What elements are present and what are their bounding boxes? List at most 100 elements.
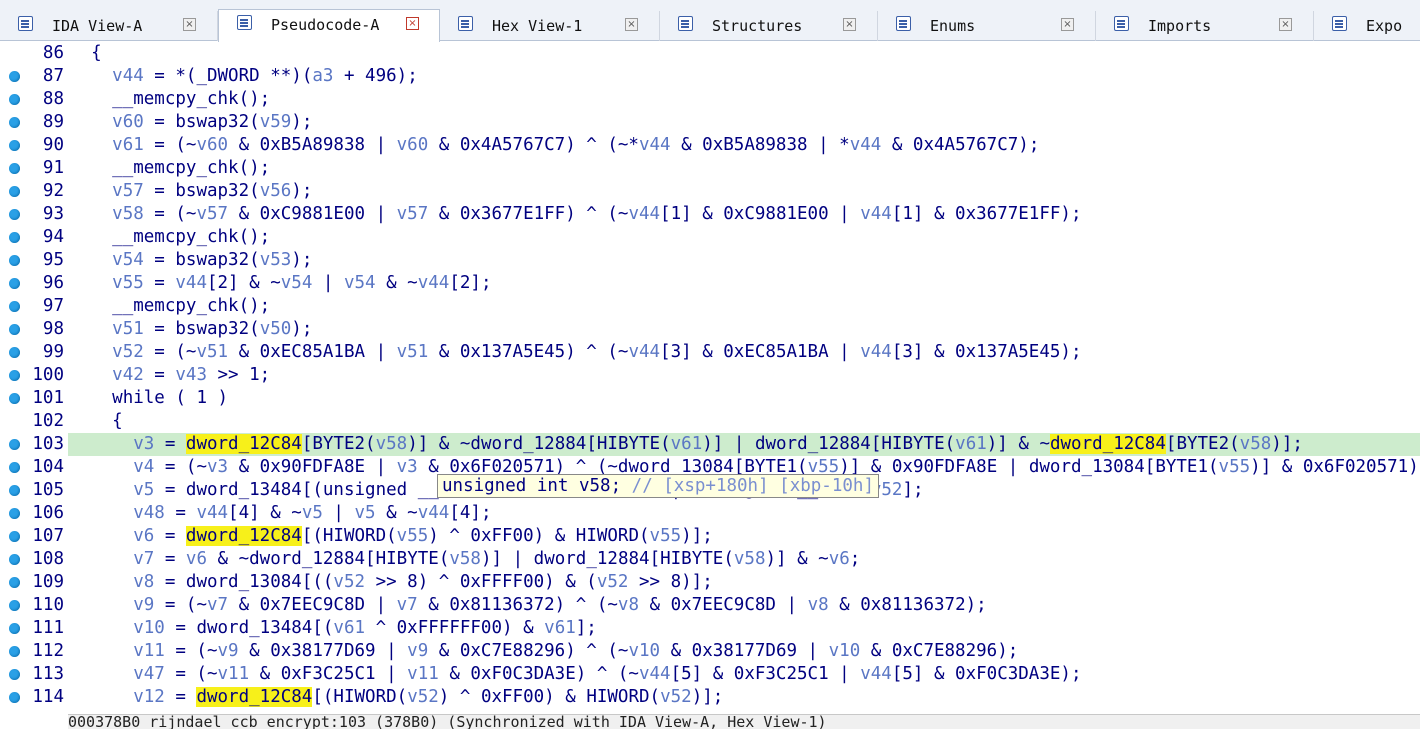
- code-text[interactable]: {: [70, 410, 123, 433]
- line-gutter[interactable]: 99: [0, 341, 68, 364]
- breakpoint-dot-icon[interactable]: [9, 324, 20, 335]
- line-gutter[interactable]: 97: [0, 295, 68, 318]
- close-icon[interactable]: ×: [843, 18, 856, 31]
- code-line[interactable]: 93 v58 = (~v57 & 0xC9881E00 | v57 & 0x36…: [0, 203, 1420, 226]
- line-gutter[interactable]: 114: [0, 686, 68, 709]
- line-gutter[interactable]: 86: [0, 42, 68, 65]
- code-line[interactable]: 96 v55 = v44[2] & ~v54 | v54 & ~v44[2];: [0, 272, 1420, 295]
- code-line[interactable]: 114 v12 = dword_12C84[(HIWORD(v52) ^ 0xF…: [0, 686, 1420, 709]
- tab-pseudocode-a[interactable]: Pseudocode-A ×: [218, 9, 440, 42]
- code-text[interactable]: __memcpy_chk();: [70, 157, 270, 180]
- line-gutter[interactable]: 91: [0, 157, 68, 180]
- line-gutter[interactable]: 112: [0, 640, 68, 663]
- breakpoint-dot-icon[interactable]: [9, 71, 20, 82]
- pseudocode-view[interactable]: 86 {87 v44 = *(_DWORD **)(a3 + 496); 88 _…: [0, 42, 1420, 714]
- line-gutter[interactable]: 103: [0, 433, 68, 456]
- breakpoint-dot-icon[interactable]: [9, 94, 20, 105]
- breakpoint-dot-icon[interactable]: [9, 485, 20, 496]
- code-text[interactable]: v11 = (~v9 & 0x38177D69 | v9 & 0xC7E8829…: [70, 640, 1018, 663]
- tab-structures[interactable]: Structures ×: [660, 11, 878, 41]
- code-line[interactable]: 98 v51 = bswap32(v50);: [0, 318, 1420, 341]
- code-line[interactable]: 112 v11 = (~v9 & 0x38177D69 | v9 & 0xC7E…: [0, 640, 1420, 663]
- code-text[interactable]: v6 = dword_12C84[(HIWORD(v55) ^ 0xFF00) …: [70, 525, 713, 548]
- code-line[interactable]: 101 while ( 1 ): [0, 387, 1420, 410]
- code-line[interactable]: 88 __memcpy_chk();: [0, 88, 1420, 111]
- line-gutter[interactable]: 98: [0, 318, 68, 341]
- code-line[interactable]: 107 v6 = dword_12C84[(HIWORD(v55) ^ 0xFF…: [0, 525, 1420, 548]
- line-gutter[interactable]: 90: [0, 134, 68, 157]
- line-gutter[interactable]: 96: [0, 272, 68, 295]
- tab-imports[interactable]: Imports ×: [1096, 11, 1314, 41]
- close-icon[interactable]: ×: [1279, 18, 1292, 31]
- line-gutter[interactable]: 95: [0, 249, 68, 272]
- code-text[interactable]: v44 = *(_DWORD **)(a3 + 496);: [70, 65, 418, 88]
- code-line[interactable]: 103 v3 = dword_12C84[BYTE2(v58)] & ~dwor…: [0, 433, 1420, 456]
- code-text[interactable]: v54 = bswap32(v53);: [70, 249, 312, 272]
- tab-hex-view-1[interactable]: Hex View-1 ×: [440, 11, 660, 41]
- code-text[interactable]: v47 = (~v11 & 0xF3C25C1 | v11 & 0xF0C3DA…: [70, 663, 1081, 686]
- code-line[interactable]: 92 v57 = bswap32(v56);: [0, 180, 1420, 203]
- breakpoint-dot-icon[interactable]: [9, 623, 20, 634]
- code-line[interactable]: 97 __memcpy_chk();: [0, 295, 1420, 318]
- code-text[interactable]: v61 = (~v60 & 0xB5A89838 | v60 & 0x4A576…: [70, 134, 1039, 157]
- code-text[interactable]: v42 = v43 >> 1;: [70, 364, 270, 387]
- line-gutter[interactable]: 113: [0, 663, 68, 686]
- code-line[interactable]: 111 v10 = dword_13484[(v61 ^ 0xFFFFFF00)…: [0, 617, 1420, 640]
- code-text[interactable]: __memcpy_chk();: [70, 295, 270, 318]
- breakpoint-dot-icon[interactable]: [9, 600, 20, 611]
- close-icon[interactable]: ×: [1061, 18, 1074, 31]
- code-text[interactable]: v48 = v44[4] & ~v5 | v5 & ~v44[4];: [70, 502, 491, 525]
- code-line[interactable]: 87 v44 = *(_DWORD **)(a3 + 496);: [0, 65, 1420, 88]
- line-gutter[interactable]: 107: [0, 525, 68, 548]
- breakpoint-dot-icon[interactable]: [9, 692, 20, 703]
- line-gutter[interactable]: 108: [0, 548, 68, 571]
- line-gutter[interactable]: 100: [0, 364, 68, 387]
- code-line[interactable]: 106 v48 = v44[4] & ~v5 | v5 & ~v44[4];: [0, 502, 1420, 525]
- breakpoint-dot-icon[interactable]: [9, 370, 20, 381]
- breakpoint-dot-icon[interactable]: [9, 209, 20, 220]
- code-line[interactable]: 113 v47 = (~v11 & 0xF3C25C1 | v11 & 0xF0…: [0, 663, 1420, 686]
- breakpoint-dot-icon[interactable]: [9, 163, 20, 174]
- code-line[interactable]: 109 v8 = dword_13084[((v52 >> 8) ^ 0xFFF…: [0, 571, 1420, 594]
- code-text[interactable]: v58 = (~v57 & 0xC9881E00 | v57 & 0x3677E…: [70, 203, 1081, 226]
- line-gutter[interactable]: 110: [0, 594, 68, 617]
- code-text[interactable]: v60 = bswap32(v59);: [70, 111, 312, 134]
- code-text[interactable]: __memcpy_chk();: [70, 226, 270, 249]
- code-line[interactable]: 94 __memcpy_chk();: [0, 226, 1420, 249]
- breakpoint-dot-icon[interactable]: [9, 646, 20, 657]
- line-gutter[interactable]: 104: [0, 456, 68, 479]
- code-text[interactable]: v7 = v6 & ~dword_12884[HIBYTE(v58)] | dw…: [70, 548, 860, 571]
- code-text[interactable]: v51 = bswap32(v50);: [70, 318, 312, 341]
- breakpoint-dot-icon[interactable]: [9, 531, 20, 542]
- code-text[interactable]: v10 = dword_13484[(v61 ^ 0xFFFFFF00) & v…: [70, 617, 597, 640]
- line-gutter[interactable]: 93: [0, 203, 68, 226]
- breakpoint-dot-icon[interactable]: [9, 577, 20, 588]
- breakpoint-dot-icon[interactable]: [9, 186, 20, 197]
- code-text[interactable]: v57 = bswap32(v56);: [70, 180, 312, 203]
- breakpoint-dot-icon[interactable]: [9, 669, 20, 680]
- close-icon[interactable]: ×: [183, 18, 196, 31]
- breakpoint-dot-icon[interactable]: [9, 347, 20, 358]
- line-gutter[interactable]: 111: [0, 617, 68, 640]
- close-icon[interactable]: ×: [406, 17, 419, 30]
- breakpoint-dot-icon[interactable]: [9, 140, 20, 151]
- breakpoint-dot-icon[interactable]: [9, 255, 20, 266]
- breakpoint-dot-icon[interactable]: [9, 393, 20, 404]
- tab-expo[interactable]: Expo: [1314, 11, 1420, 41]
- code-line[interactable]: 89 v60 = bswap32(v59);: [0, 111, 1420, 134]
- code-line[interactable]: 91 __memcpy_chk();: [0, 157, 1420, 180]
- code-text[interactable]: v55 = v44[2] & ~v54 | v54 & ~v44[2];: [70, 272, 491, 295]
- line-gutter[interactable]: 106: [0, 502, 68, 525]
- line-gutter[interactable]: 102: [0, 410, 68, 433]
- line-gutter[interactable]: 94: [0, 226, 68, 249]
- code-line[interactable]: 110 v9 = (~v7 & 0x7EEC9C8D | v7 & 0x8113…: [0, 594, 1420, 617]
- tab-ida-view-a[interactable]: IDA View-A ×: [0, 11, 218, 41]
- code-line[interactable]: 99 v52 = (~v51 & 0xEC85A1BA | v51 & 0x13…: [0, 341, 1420, 364]
- close-icon[interactable]: ×: [625, 18, 638, 31]
- code-text[interactable]: __memcpy_chk();: [70, 88, 270, 111]
- line-gutter[interactable]: 105: [0, 479, 68, 502]
- code-text[interactable]: {: [70, 42, 102, 65]
- breakpoint-dot-icon[interactable]: [9, 117, 20, 128]
- code-line[interactable]: 102 {: [0, 410, 1420, 433]
- tab-enums[interactable]: Enums ×: [878, 11, 1096, 41]
